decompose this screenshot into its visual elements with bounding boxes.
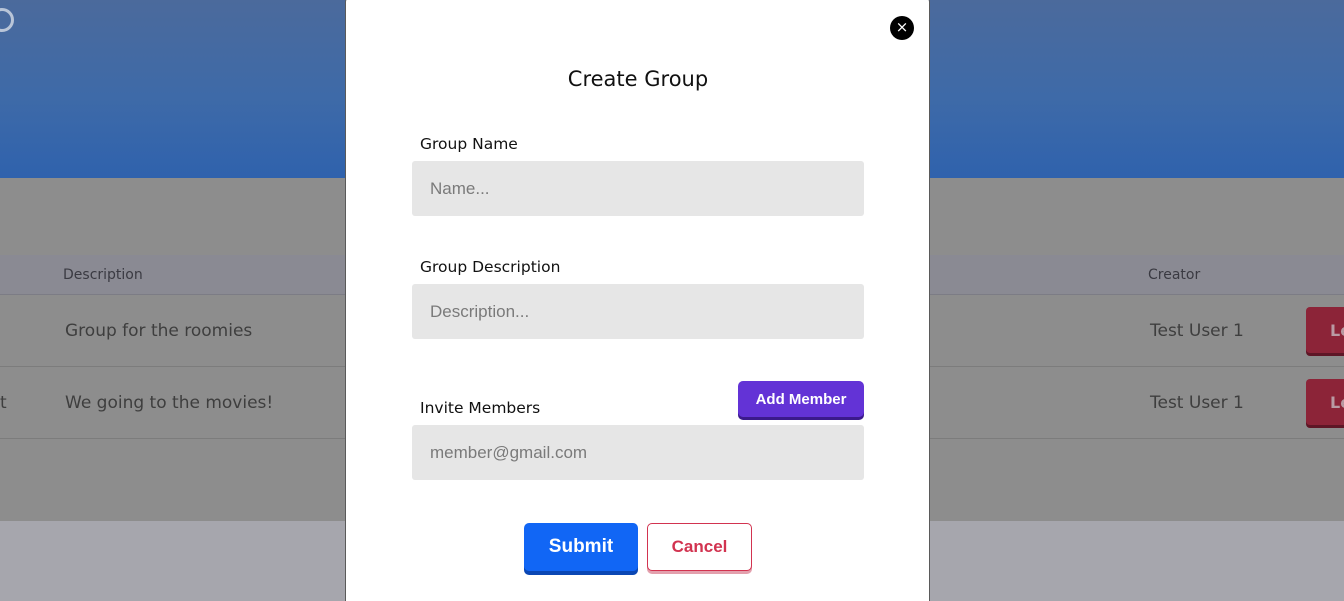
group-creator-cell: Test User 1 [1150, 393, 1244, 413]
leave-button-label: Le [1330, 393, 1344, 412]
cancel-button[interactable]: Cancel [647, 523, 752, 571]
leave-button-label: Le [1330, 321, 1344, 340]
group-name-label: Group Name [420, 135, 518, 153]
group-name-cell: t [0, 393, 7, 413]
group-description-cell: Group for the roomies [65, 321, 253, 341]
column-header-description: Description [63, 267, 143, 283]
group-description-input[interactable] [412, 284, 864, 339]
create-group-modal: × Create Group Group Name Group Descript… [345, 0, 930, 601]
invite-members-label: Invite Members [420, 399, 541, 417]
logo-icon [0, 8, 14, 32]
group-description-cell: We going to the movies! [65, 393, 274, 413]
submit-button[interactable]: Submit [524, 523, 638, 571]
column-header-creator: Creator [1148, 267, 1201, 283]
group-name-input[interactable] [412, 161, 864, 216]
member-email-input[interactable] [412, 425, 864, 480]
modal-title: Create Group [567, 67, 709, 91]
close-icon[interactable]: × [890, 16, 914, 40]
leave-group-button[interactable]: Le [1306, 307, 1344, 353]
group-description-label: Group Description [420, 258, 561, 276]
group-creator-cell: Test User 1 [1150, 321, 1244, 341]
add-member-button[interactable]: Add Member [738, 381, 864, 417]
leave-group-button[interactable]: Le [1306, 379, 1344, 425]
